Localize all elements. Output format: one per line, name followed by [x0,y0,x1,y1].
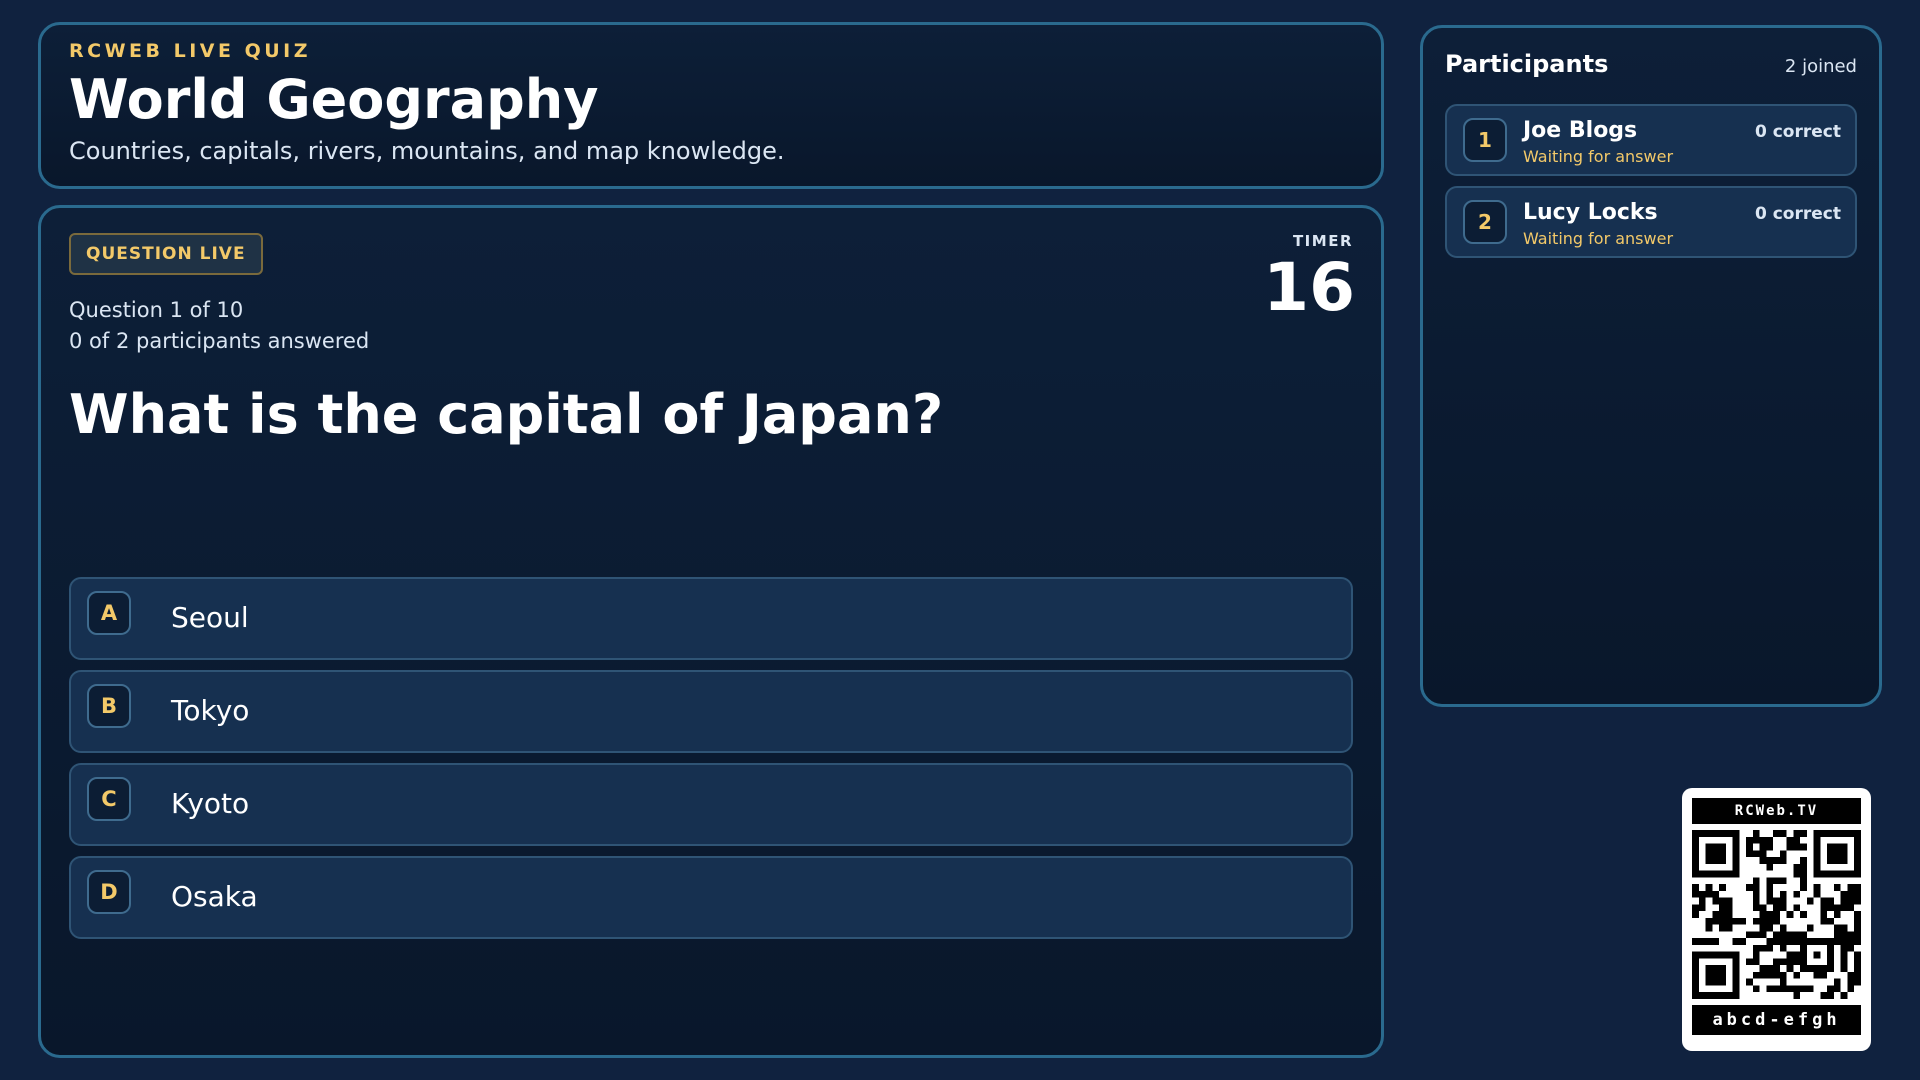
answer-option-c[interactable]: C Kyoto [69,763,1353,846]
option-letter: A [87,591,131,635]
participant-status: Waiting for answer [1523,147,1674,166]
participant-rank: 2 [1463,200,1507,244]
option-text: Osaka [171,880,258,913]
participants-count: 2 joined [1784,56,1857,77]
participant-name: Lucy Locks [1523,200,1658,225]
question-text: What is the capital of Japan? [69,383,944,446]
answered-count: 0 of 2 participants answered [69,329,370,353]
qr-code-icon [1692,830,1861,999]
option-letter: C [87,777,131,821]
join-qr-card[interactable]: RCWeb.TV abcd-efgh [1682,788,1871,1051]
participants-list: 1 Joe Blogs Waiting for answer 0 correct… [1445,104,1857,258]
quiz-header: RCWEB LIVE QUIZ World Geography Countrie… [38,22,1384,189]
join-code: abcd-efgh [1692,1005,1861,1035]
question-live-badge: QUESTION LIVE [69,233,263,275]
quiz-subtitle: Countries, capitals, rivers, mountains, … [69,137,785,165]
option-text: Kyoto [171,787,250,820]
participants-panel: Participants 2 joined 1 Joe Blogs Waitin… [1420,25,1882,707]
option-letter: D [87,870,131,914]
participant-name: Joe Blogs [1523,118,1638,143]
participants-title: Participants [1445,50,1609,78]
qr-brand-label: RCWeb.TV [1692,798,1861,824]
participant-rank: 1 [1463,118,1507,162]
timer-value: 16 [1263,249,1355,326]
answer-options: A Seoul B Tokyo C Kyoto D Osaka [69,577,1353,949]
question-progress: Question 1 of 10 [69,298,244,322]
option-text: Seoul [171,601,249,634]
participant-score: 0 correct [1754,204,1841,224]
participant-row: 1 Joe Blogs Waiting for answer 0 correct [1445,104,1857,176]
participant-score: 0 correct [1754,122,1841,142]
question-panel: QUESTION LIVE TIMER 16 Question 1 of 10 … [38,205,1384,1058]
quiz-title: World Geography [69,68,599,131]
answer-option-b[interactable]: B Tokyo [69,670,1353,753]
participant-status: Waiting for answer [1523,229,1674,248]
answer-option-a[interactable]: A Seoul [69,577,1353,660]
option-text: Tokyo [171,694,250,727]
participant-row: 2 Lucy Locks Waiting for answer 0 correc… [1445,186,1857,258]
answer-option-d[interactable]: D Osaka [69,856,1353,939]
participants-header: Participants 2 joined [1445,50,1857,78]
quiz-kicker: RCWEB LIVE QUIZ [69,40,312,62]
option-letter: B [87,684,131,728]
